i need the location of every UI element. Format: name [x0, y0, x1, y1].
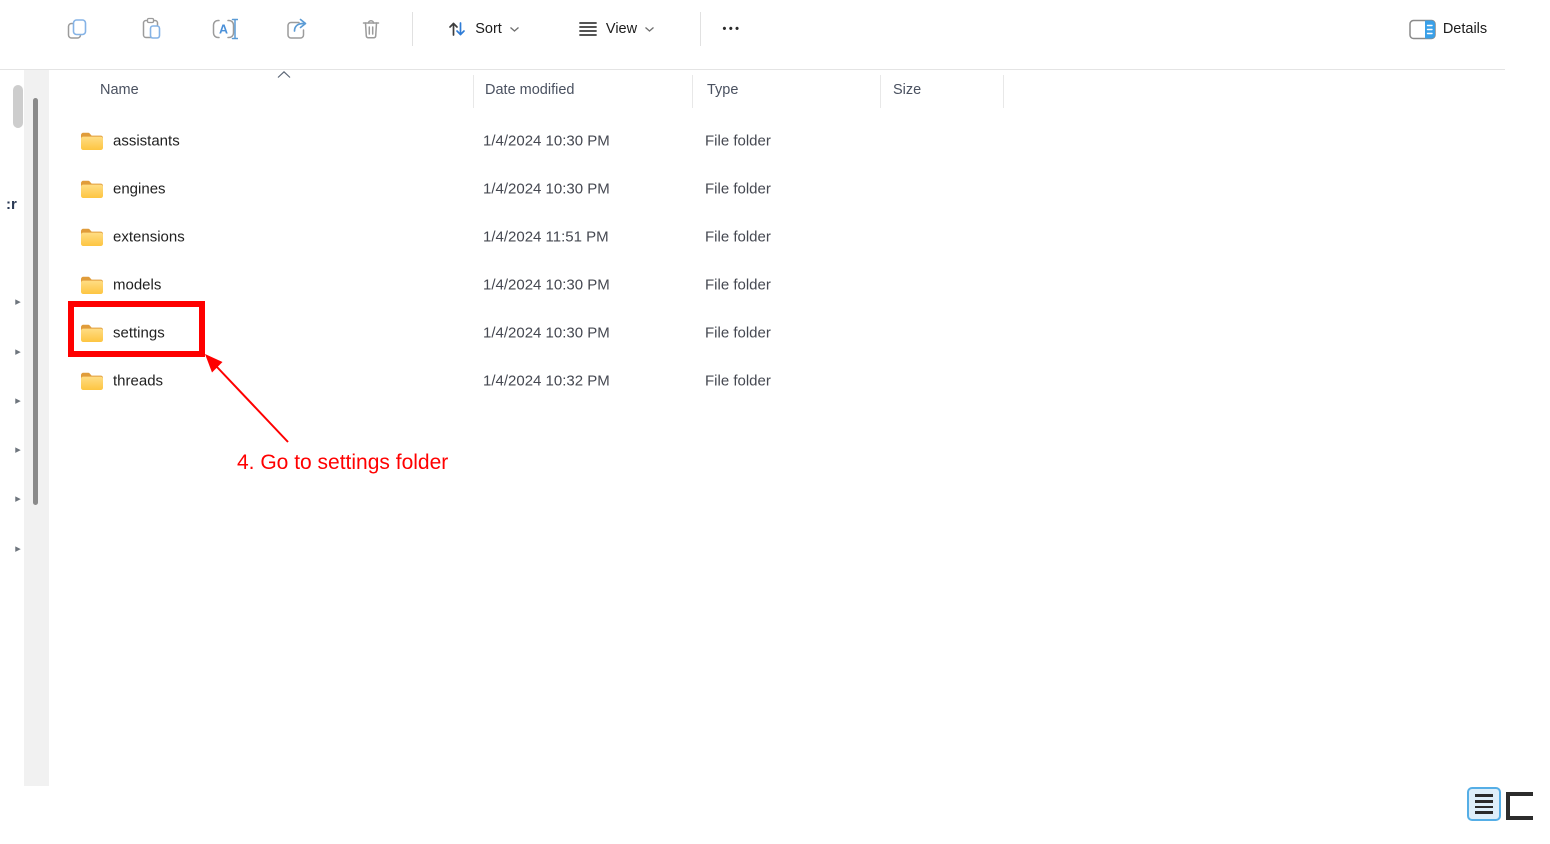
column-header-type[interactable]: Type — [707, 82, 738, 98]
sort-label: Sort — [475, 21, 502, 37]
tree-expand-icon[interactable]: ▸ — [11, 345, 25, 359]
tree-expand-icon[interactable]: ▸ — [11, 394, 25, 408]
tree-expand-icon[interactable]: ▸ — [11, 492, 25, 506]
column-divider[interactable] — [692, 75, 693, 108]
chevron-down-icon — [509, 26, 520, 33]
table-row[interactable]: extensions 1/4/2024 11:51 PM File folder — [60, 213, 1020, 261]
delete-icon — [359, 17, 383, 41]
content-divider — [0, 69, 1505, 70]
annotation-highlight-box — [68, 301, 205, 357]
sort-ascending-icon — [276, 70, 292, 79]
table-row[interactable]: engines 1/4/2024 10:30 PM File folder — [60, 165, 1020, 213]
more-options-button[interactable]: ••• — [710, 8, 754, 50]
share-button[interactable] — [277, 8, 317, 50]
folder-icon — [80, 131, 104, 151]
file-type: File folder — [705, 181, 771, 198]
date-modified: 1/4/2024 10:30 PM — [483, 133, 610, 150]
column-divider[interactable] — [880, 75, 881, 108]
file-name: engines — [113, 181, 166, 198]
details-view-icon — [1475, 794, 1493, 797]
toolbar-divider — [412, 12, 413, 46]
nav-pane-scrollbar-pill[interactable] — [13, 85, 23, 128]
file-type: File folder — [705, 325, 771, 342]
rename-button[interactable]: A — [204, 8, 244, 50]
command-toolbar: A — [0, 0, 1550, 69]
folder-icon — [80, 179, 104, 199]
sort-icon — [446, 18, 468, 40]
more-options-icon: ••• — [722, 23, 741, 35]
svg-text:A: A — [218, 23, 227, 37]
file-explorer-window: A — [0, 0, 1550, 844]
tree-expand-icon[interactable]: ▸ — [11, 542, 25, 556]
file-type: File folder — [705, 373, 771, 390]
file-name: assistants — [113, 133, 180, 150]
nav-pane-scrollbar-thumb[interactable] — [33, 98, 38, 505]
view-label: View — [606, 21, 637, 37]
toolbar-divider — [700, 12, 701, 46]
view-icon — [577, 18, 599, 40]
folder-icon — [80, 227, 104, 247]
thumbnail-view-toggle[interactable] — [1506, 792, 1533, 820]
copy-icon — [65, 17, 89, 41]
date-modified: 1/4/2024 10:30 PM — [483, 277, 610, 294]
column-header-name[interactable]: Name — [100, 82, 139, 98]
date-modified: 1/4/2024 10:32 PM — [483, 373, 610, 390]
file-name: threads — [113, 373, 163, 390]
annotation-arrow-icon — [190, 345, 310, 455]
annotation-step-text: 4. Go to settings folder — [237, 451, 448, 475]
delete-button[interactable] — [351, 8, 391, 50]
file-type: File folder — [705, 229, 771, 246]
date-modified: 1/4/2024 10:30 PM — [483, 181, 610, 198]
folder-icon — [80, 275, 104, 295]
tree-expand-icon[interactable]: ▸ — [11, 443, 25, 457]
chevron-down-icon — [644, 26, 655, 33]
details-pane-label: Details — [1443, 21, 1487, 37]
paste-icon — [139, 17, 163, 41]
share-icon — [285, 17, 309, 41]
rename-icon: A — [211, 17, 238, 41]
view-button[interactable]: View — [556, 8, 676, 50]
copy-button[interactable] — [57, 8, 97, 50]
sort-button[interactable]: Sort — [428, 8, 538, 50]
thumbnail-view-icon — [1506, 792, 1533, 796]
file-name: models — [113, 277, 161, 294]
folder-icon — [80, 371, 104, 391]
nav-pane-clipped-label: :r — [6, 196, 17, 213]
paste-button[interactable] — [131, 8, 171, 50]
details-pane-icon — [1409, 19, 1436, 40]
file-type: File folder — [705, 133, 771, 150]
column-header-size[interactable]: Size — [893, 82, 921, 98]
tree-expand-icon[interactable]: ▸ — [11, 295, 25, 309]
column-divider[interactable] — [1003, 75, 1004, 108]
column-header-date-modified[interactable]: Date modified — [485, 82, 574, 98]
column-divider[interactable] — [473, 75, 474, 108]
file-type: File folder — [705, 277, 771, 294]
details-pane-button[interactable]: Details — [1385, 8, 1511, 50]
file-name: extensions — [113, 229, 185, 246]
date-modified: 1/4/2024 11:51 PM — [483, 229, 609, 246]
details-view-toggle[interactable] — [1467, 787, 1501, 821]
date-modified: 1/4/2024 10:30 PM — [483, 325, 610, 342]
table-row[interactable]: assistants 1/4/2024 10:30 PM File folder — [60, 117, 1020, 165]
